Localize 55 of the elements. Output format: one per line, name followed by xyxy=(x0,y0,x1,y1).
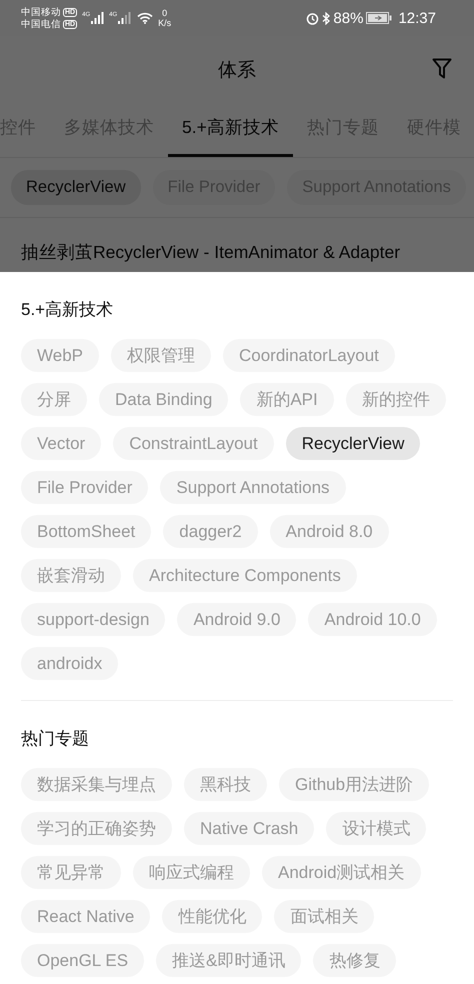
section-title: 热门专题 xyxy=(21,728,90,750)
topic-chip[interactable]: OpenGL ES xyxy=(21,944,144,977)
alarm-icon xyxy=(306,12,320,24)
topic-chip[interactable]: 黑科技 xyxy=(184,768,267,801)
battery-icon xyxy=(366,12,392,24)
topic-chip[interactable]: WebP xyxy=(21,339,99,372)
carrier-name: 中国移动 xyxy=(21,6,61,18)
signal-icon xyxy=(91,12,104,24)
filter-chip[interactable]: RecyclerView xyxy=(11,170,141,205)
topic-chip[interactable]: 面试相关 xyxy=(274,900,374,933)
topic-chip[interactable]: Android 8.0 xyxy=(270,515,389,548)
section-title: 5.+高新技术 xyxy=(21,299,114,321)
topic-chip[interactable]: BottomSheet xyxy=(21,515,152,548)
topic-chip[interactable]: 设计模式 xyxy=(326,812,426,845)
topic-chip[interactable]: 分屏 xyxy=(21,383,87,416)
topic-chip[interactable]: 性能优化 xyxy=(162,900,262,933)
topic-chip[interactable]: 新的API xyxy=(240,383,334,416)
topic-chip[interactable]: ConstraintLayout xyxy=(113,427,274,460)
bluetooth-icon xyxy=(322,12,330,24)
topic-chip[interactable]: 学习的正确姿势 xyxy=(21,812,172,845)
topic-chip[interactable]: dagger2 xyxy=(163,515,258,548)
speed-value: 0 xyxy=(162,8,168,18)
topic-chip[interactable]: Github用法进阶 xyxy=(279,768,430,801)
topic-chip[interactable]: RecyclerView xyxy=(286,427,420,460)
topic-chip[interactable]: Vector xyxy=(21,427,102,460)
page-title: 体系 xyxy=(218,59,256,83)
topic-chip[interactable]: 推送&即时通讯 xyxy=(156,944,302,977)
topic-chip[interactable]: support-design xyxy=(21,603,166,636)
topic-chip[interactable]: Native Crash xyxy=(184,812,314,845)
topic-chip[interactable]: 常见异常 xyxy=(21,856,121,889)
carrier-name: 中国电信 xyxy=(21,18,61,30)
topic-chip[interactable]: Architecture Components xyxy=(133,559,357,592)
topic-chip[interactable]: Android测试相关 xyxy=(262,856,421,889)
topic-chip[interactable]: React Native xyxy=(21,900,150,933)
filter-icon[interactable] xyxy=(432,58,452,80)
topic-chip[interactable]: Android 10.0 xyxy=(308,603,437,636)
category-tab[interactable]: 5.+高新技术 xyxy=(168,104,293,157)
topic-chip[interactable]: 响应式编程 xyxy=(133,856,250,889)
topic-chip[interactable]: CoordinatorLayout xyxy=(223,339,395,372)
topic-chip[interactable]: 嵌套滑动 xyxy=(21,559,121,592)
topic-chip[interactable]: Android 9.0 xyxy=(177,603,296,636)
topic-chip[interactable]: Data Binding xyxy=(99,383,228,416)
topic-chip[interactable]: androidx xyxy=(21,647,118,680)
clock-time: 12:37 xyxy=(398,10,436,26)
topic-chip[interactable]: 新的控件 xyxy=(346,383,446,416)
topic-chip[interactable]: Support Annotations xyxy=(160,471,346,504)
topic-chip[interactable]: 权限管理 xyxy=(111,339,211,372)
signal-icon xyxy=(118,12,132,24)
speed-unit: K/s xyxy=(158,18,172,28)
battery-percent: 88% xyxy=(333,10,364,26)
topic-chip[interactable]: File Provider xyxy=(21,471,148,504)
topic-chip[interactable]: 热修复 xyxy=(313,944,396,977)
topic-chip[interactable]: 数据采集与埋点 xyxy=(21,768,172,801)
wifi-icon xyxy=(137,12,154,24)
article-title[interactable]: 抽丝剥茧RecyclerView - ItemAnimator & Adapter xyxy=(21,240,453,264)
